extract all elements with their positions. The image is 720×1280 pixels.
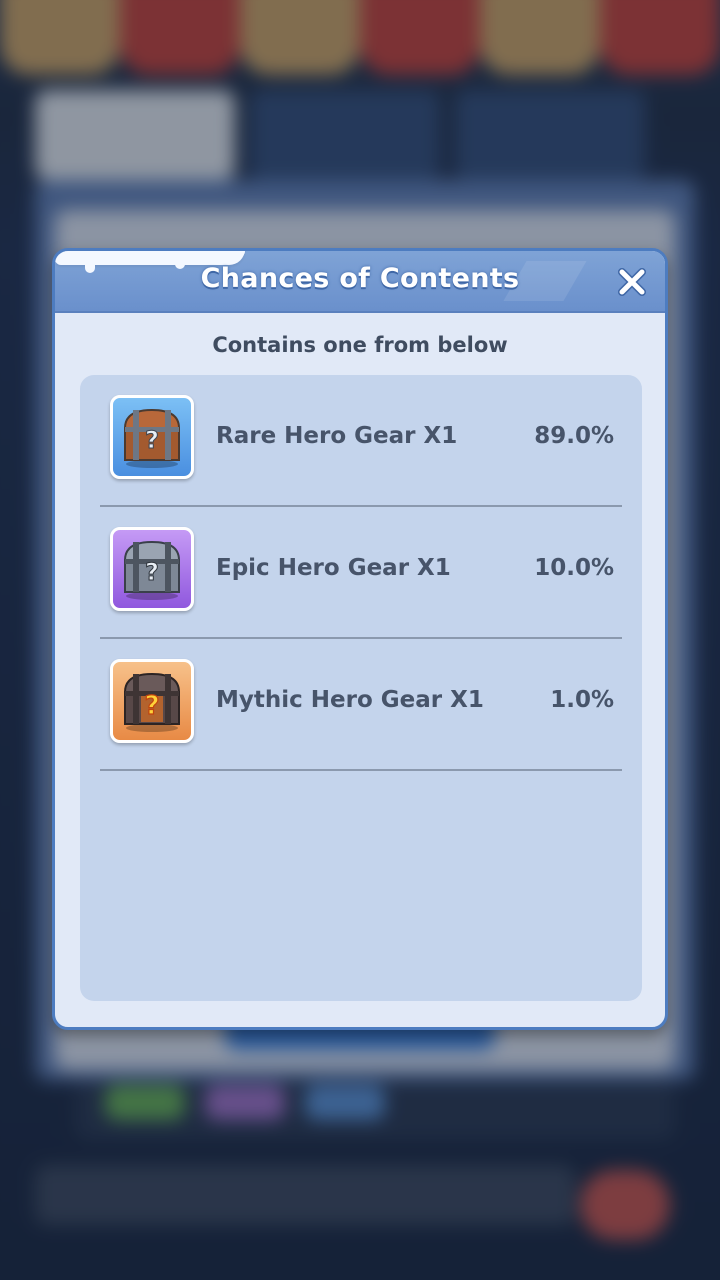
item-name: Epic Hero Gear X1: [216, 555, 451, 581]
close-button[interactable]: [615, 265, 649, 299]
dialog-header: Chances of Contents: [55, 251, 665, 313]
item-name: Mythic Hero Gear X1: [216, 687, 484, 713]
list-item: ? Epic Hero Gear X1 10.0%: [100, 507, 622, 639]
list-item: ? Rare Hero Gear X1 89.0%: [100, 375, 622, 507]
svg-text:?: ?: [144, 691, 159, 721]
dialog-subtitle: Contains one from below: [212, 333, 508, 357]
item-chance: 89.0%: [534, 423, 614, 449]
chances-dialog: Chances of Contents Contains one from be…: [52, 248, 668, 1030]
contents-list: ? Rare Hero Gear X1 89.0% ? Epic Hero Ge…: [80, 375, 642, 1001]
item-chance: 10.0%: [534, 555, 614, 581]
svg-text:?: ?: [145, 558, 159, 586]
svg-text:?: ?: [145, 426, 159, 454]
dialog-title: Chances of Contents: [200, 263, 520, 294]
mythic-chest-icon: ?: [110, 659, 194, 743]
list-item: ? Mythic Hero Gear X1 1.0%: [100, 639, 622, 771]
rare-chest-icon: ?: [110, 395, 194, 479]
epic-chest-icon: ?: [110, 527, 194, 611]
close-icon: [618, 268, 646, 296]
item-name: Rare Hero Gear X1: [216, 423, 458, 449]
item-chance: 1.0%: [550, 687, 614, 713]
